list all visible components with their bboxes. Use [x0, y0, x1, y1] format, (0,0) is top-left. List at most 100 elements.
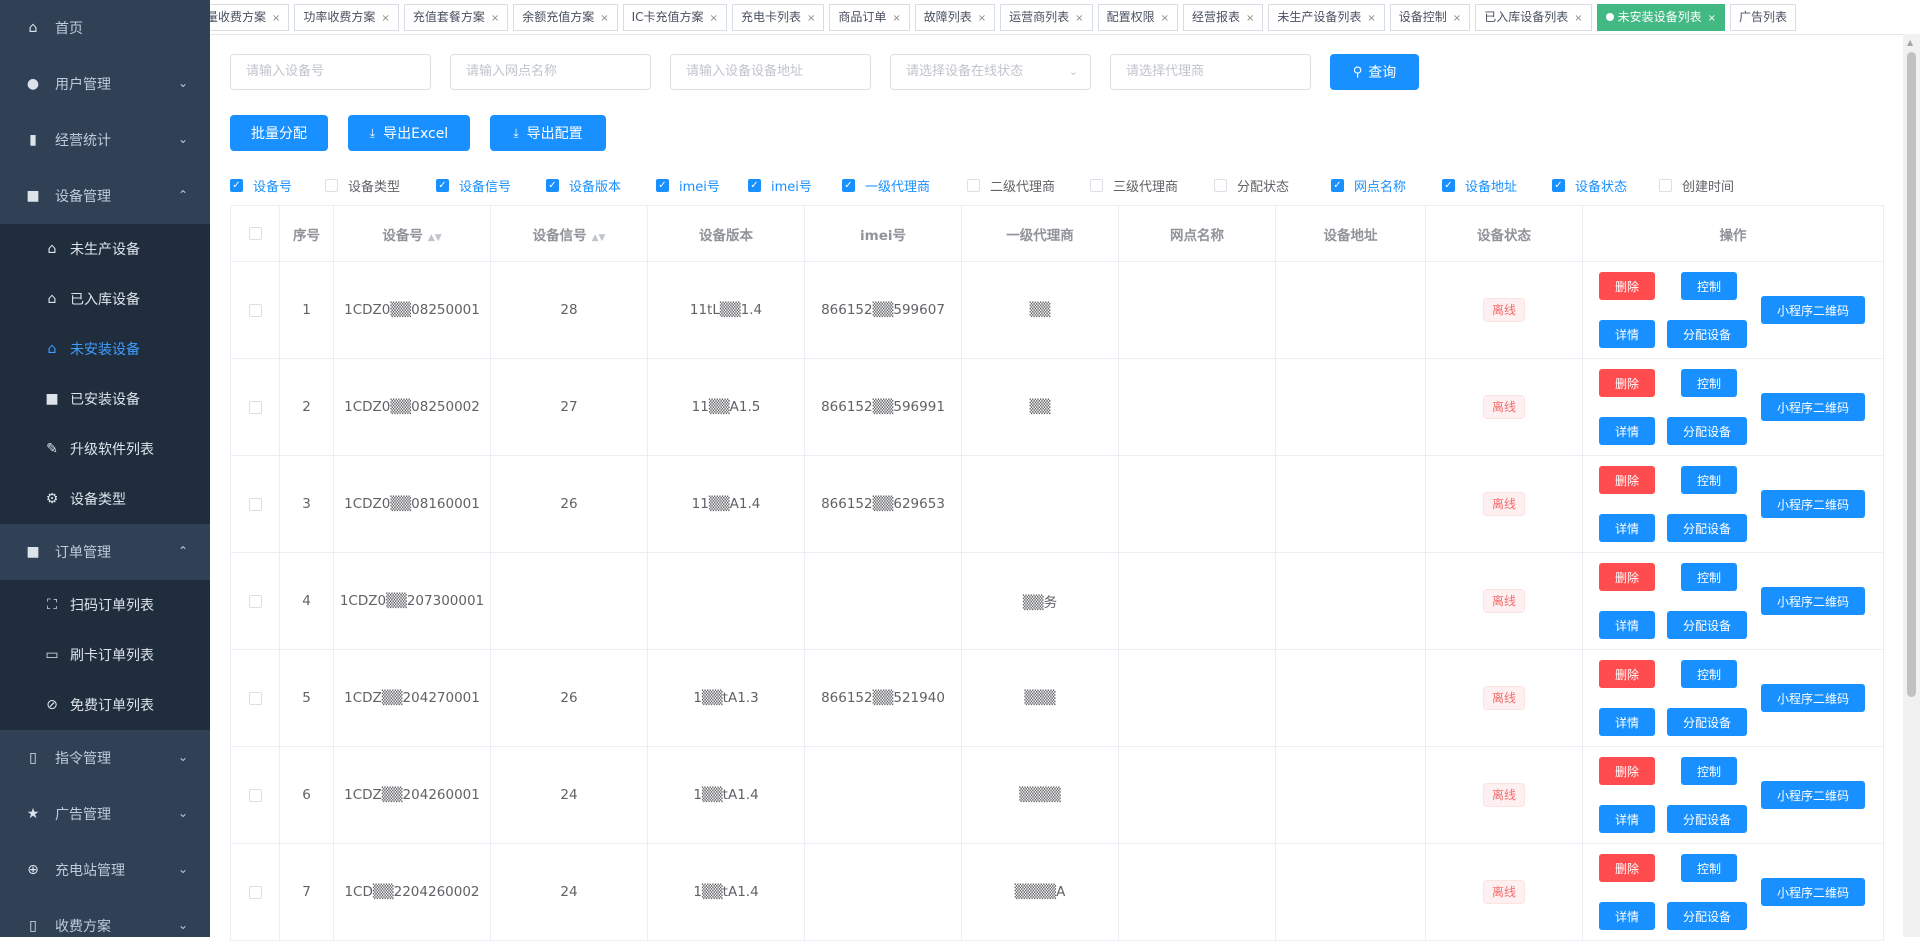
- sidebar-item-card-orders[interactable]: ▭ 刷卡订单列表: [0, 630, 210, 680]
- agent-select[interactable]: 请选择代理商: [1110, 54, 1311, 90]
- close-icon[interactable]: ×: [978, 13, 986, 24]
- tab-tag[interactable]: 运营商列表 ×: [1000, 3, 1093, 31]
- detail-button[interactable]: 详情: [1599, 320, 1655, 348]
- row-checkbox[interactable]: [230, 843, 280, 941]
- assign-device-button[interactable]: 分配设备: [1667, 611, 1747, 639]
- delete-button[interactable]: 删除: [1599, 854, 1655, 882]
- column-toggle-checkbox[interactable]: 分配状态: [1214, 176, 1289, 195]
- close-icon[interactable]: ×: [1453, 13, 1461, 24]
- close-icon[interactable]: ×: [381, 13, 389, 24]
- column-toggle-checkbox[interactable]: ✓ 设备状态: [1552, 176, 1627, 195]
- export-excel-button[interactable]: ⤓ 导出Excel: [348, 115, 470, 151]
- sidebar-item-upgrade[interactable]: ✎ 升级软件列表: [0, 424, 210, 474]
- menu-order-management[interactable]: ■ 订单管理 ⌃: [0, 524, 210, 580]
- assign-device-button[interactable]: 分配设备: [1667, 514, 1747, 542]
- scrollbar-thumb[interactable]: [1907, 52, 1916, 697]
- row-checkbox[interactable]: [230, 358, 280, 456]
- delete-button[interactable]: 删除: [1599, 272, 1655, 300]
- assign-device-button[interactable]: 分配设备: [1667, 320, 1747, 348]
- select-all-checkbox[interactable]: [230, 205, 280, 262]
- close-icon[interactable]: ×: [491, 13, 499, 24]
- column-toggle-checkbox[interactable]: 设备类型: [325, 176, 400, 195]
- detail-button[interactable]: 详情: [1599, 417, 1655, 445]
- delete-button[interactable]: 删除: [1599, 369, 1655, 397]
- column-toggle-checkbox[interactable]: ✓ 设备信号: [436, 176, 511, 195]
- header-device-no[interactable]: 设备号 ▲▼: [333, 205, 491, 262]
- tab-tag[interactable]: 设备控制 ×: [1389, 3, 1471, 31]
- control-button[interactable]: 控制: [1681, 369, 1737, 397]
- sort-icon[interactable]: ▲▼: [592, 233, 606, 243]
- menu-command-management[interactable]: ▯ 指令管理 ⌄: [0, 730, 210, 786]
- batch-assign-button[interactable]: 批量分配: [230, 115, 328, 151]
- close-icon[interactable]: ×: [272, 13, 280, 24]
- column-toggle-checkbox[interactable]: ✓ 网点名称: [1331, 176, 1406, 195]
- assign-device-button[interactable]: 分配设备: [1667, 708, 1747, 736]
- tab-tag[interactable]: 未安装设备列表 ×: [1596, 3, 1725, 31]
- assign-device-button[interactable]: 分配设备: [1667, 805, 1747, 833]
- column-toggle-checkbox[interactable]: ✓ 设备地址: [1442, 176, 1517, 195]
- close-icon[interactable]: ×: [1246, 13, 1254, 24]
- column-toggle-checkbox[interactable]: ✓ imei号: [656, 176, 720, 195]
- tab-tag[interactable]: 量收费方案 ×: [210, 3, 290, 31]
- row-checkbox[interactable]: [230, 649, 280, 747]
- assign-device-button[interactable]: 分配设备: [1667, 417, 1747, 445]
- tab-tag[interactable]: 功率收费方案 ×: [294, 3, 399, 31]
- close-icon[interactable]: ×: [1574, 13, 1582, 24]
- row-checkbox[interactable]: [230, 455, 280, 553]
- scroll-up-icon[interactable]: ▲: [1907, 38, 1913, 47]
- export-config-button[interactable]: ⤓ 导出配置: [490, 115, 606, 151]
- qrcode-button[interactable]: 小程序二维码: [1761, 393, 1865, 421]
- column-toggle-checkbox[interactable]: ✓ 一级代理商: [842, 176, 930, 195]
- tab-tag[interactable]: IC卡充值方案 ×: [622, 3, 727, 31]
- device-no-input[interactable]: 请输入设备号: [230, 54, 431, 90]
- query-button[interactable]: ⚲ 查询: [1330, 54, 1419, 90]
- menu-station-management[interactable]: ⊕ 充电站管理 ⌄: [0, 842, 210, 898]
- delete-button[interactable]: 删除: [1599, 466, 1655, 494]
- sidebar-item-device-type[interactable]: ⚙ 设备类型: [0, 474, 210, 524]
- close-icon[interactable]: ×: [600, 13, 608, 24]
- sidebar-item-scan-orders[interactable]: ⛶ 扫码订单列表: [0, 580, 210, 630]
- column-toggle-checkbox[interactable]: 二级代理商: [967, 176, 1055, 195]
- menu-business-stats[interactable]: ▮ 经营统计 ⌄: [0, 112, 210, 168]
- column-toggle-checkbox[interactable]: ✓ 设备版本: [546, 176, 621, 195]
- menu-home[interactable]: ⌂ 首页: [0, 0, 210, 56]
- qrcode-button[interactable]: 小程序二维码: [1761, 490, 1865, 518]
- assign-device-button[interactable]: 分配设备: [1667, 902, 1747, 930]
- tab-tag[interactable]: 商品订单 ×: [829, 3, 910, 31]
- sidebar-item-unproduced[interactable]: ⌂ 未生产设备: [0, 224, 210, 274]
- control-button[interactable]: 控制: [1681, 854, 1737, 882]
- row-checkbox[interactable]: [230, 261, 280, 359]
- tab-tag[interactable]: 故障列表 ×: [914, 3, 996, 31]
- qrcode-button[interactable]: 小程序二维码: [1761, 587, 1865, 615]
- control-button[interactable]: 控制: [1681, 466, 1737, 494]
- column-toggle-checkbox[interactable]: ✓ 设备号: [230, 176, 292, 195]
- tab-tag[interactable]: 充电卡列表 ×: [731, 3, 825, 31]
- menu-fee-plan[interactable]: ▯ 收费方案 ⌄: [0, 898, 210, 937]
- tab-tag[interactable]: 已入库设备列表 ×: [1475, 3, 1592, 31]
- delete-button[interactable]: 删除: [1599, 563, 1655, 591]
- qrcode-button[interactable]: 小程序二维码: [1761, 296, 1865, 324]
- delete-button[interactable]: 删除: [1599, 660, 1655, 688]
- site-name-input[interactable]: 请输入网点名称: [450, 54, 651, 90]
- menu-ad-management[interactable]: ★ 广告管理 ⌄: [0, 786, 210, 842]
- row-checkbox[interactable]: [230, 552, 280, 650]
- menu-user-management[interactable]: ● 用户管理 ⌄: [0, 56, 210, 112]
- close-icon[interactable]: ×: [892, 13, 900, 24]
- vertical-scrollbar[interactable]: ▲: [1903, 34, 1920, 937]
- control-button[interactable]: 控制: [1681, 272, 1737, 300]
- sidebar-item-installed[interactable]: ■ 已安装设备: [0, 374, 210, 424]
- detail-button[interactable]: 详情: [1599, 514, 1655, 542]
- tab-tag[interactable]: 余额充值方案 ×: [513, 3, 618, 31]
- control-button[interactable]: 控制: [1681, 757, 1737, 785]
- detail-button[interactable]: 详情: [1599, 805, 1655, 833]
- qrcode-button[interactable]: 小程序二维码: [1761, 878, 1865, 906]
- column-toggle-checkbox[interactable]: 三级代理商: [1090, 176, 1178, 195]
- tab-tag[interactable]: 配置权限 ×: [1097, 3, 1178, 31]
- detail-button[interactable]: 详情: [1599, 611, 1655, 639]
- online-status-select[interactable]: 请选择设备在线状态 ⌄: [890, 54, 1091, 90]
- detail-button[interactable]: 详情: [1599, 902, 1655, 930]
- device-address-input[interactable]: 请输入设备设备地址: [670, 54, 871, 90]
- tab-tag[interactable]: 未生产设备列表 ×: [1268, 3, 1385, 31]
- menu-device-management[interactable]: ■ 设备管理 ⌃: [0, 168, 210, 224]
- tab-tag[interactable]: 充值套餐方案 ×: [403, 3, 509, 31]
